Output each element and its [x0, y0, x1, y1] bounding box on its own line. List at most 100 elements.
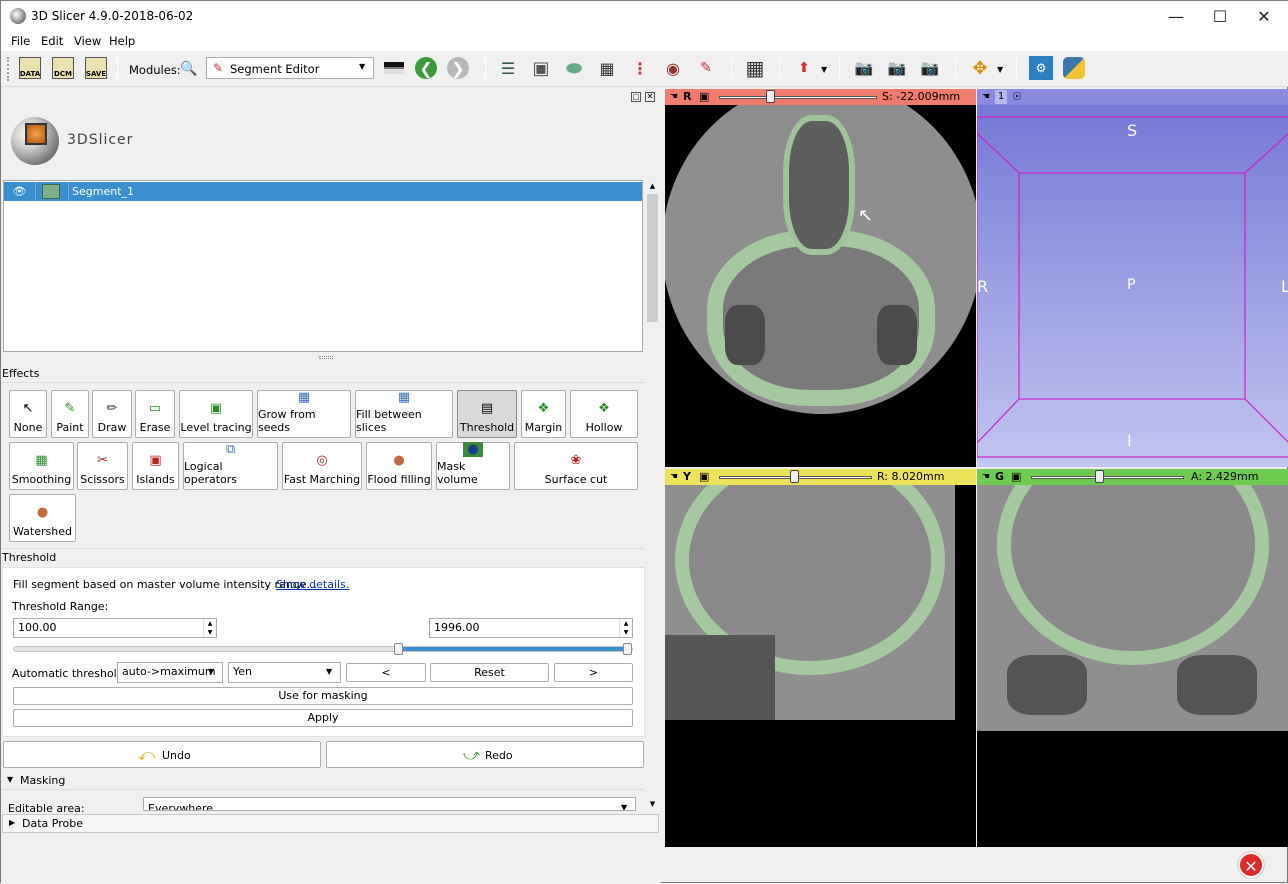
range-min-handle[interactable]	[394, 643, 403, 655]
module-selector[interactable]: ✎ Segment Editor ▼	[206, 57, 374, 79]
editable-area-select[interactable]: Everywhere ▼	[143, 797, 636, 811]
menu-view[interactable]: View	[74, 34, 101, 48]
undo-button[interactable]: ⤺ Undo	[3, 741, 321, 768]
threshold-min-input[interactable]: 100.00 ▲ ▼	[13, 618, 217, 638]
crosshair-button[interactable]: ✥	[967, 55, 993, 81]
threshold-range-slider[interactable]	[13, 643, 633, 655]
effect-smoothing-button[interactable]: ▦ Smoothing	[9, 442, 74, 490]
threed-view[interactable]: S I R L P	[977, 105, 1288, 467]
segment-name[interactable]: Segment_1	[72, 185, 134, 198]
link-icon[interactable]: ▣	[1011, 469, 1021, 485]
effect-grow-from-seeds-button[interactable]: ▦ Grow from seeds	[257, 390, 351, 438]
auto-threshold-method-select[interactable]: Yen ▼	[228, 662, 341, 683]
yellow-slice-view[interactable]	[665, 485, 976, 847]
window-level-button[interactable]	[381, 55, 407, 81]
load-data-button[interactable]: DATA	[17, 55, 43, 81]
maximize-button[interactable]: ☐	[1197, 1, 1243, 31]
close-button[interactable]: ✕	[1241, 1, 1287, 31]
menu-edit[interactable]: Edit	[41, 34, 63, 48]
effect-surface-cut-button[interactable]: ❀ Surface cut	[514, 442, 638, 490]
masking-title[interactable]: Masking	[20, 774, 65, 787]
effect-label: Draw	[97, 421, 127, 434]
table-row[interactable]: 👁 Segment_1	[4, 182, 642, 201]
effect-fill-between-slices-button[interactable]: ▦ Fill between slices	[355, 390, 453, 438]
effect-paint-button[interactable]: ✎ Paint	[51, 390, 89, 438]
scene-view-button[interactable]: 📷	[884, 55, 910, 81]
dicom-button[interactable]: DCM	[50, 55, 76, 81]
search-icon[interactable]: 🔍	[180, 61, 197, 77]
threshold-max-input[interactable]: 1996.00 ▲ ▼	[429, 618, 633, 638]
show-details-link[interactable]: Show details.	[276, 578, 349, 591]
segment-color-swatch[interactable]	[42, 184, 60, 199]
error-log-icon[interactable]: ✕	[1238, 852, 1264, 878]
python-console-button[interactable]	[1061, 55, 1087, 81]
data-module-button[interactable]: ☰	[495, 55, 521, 81]
effect-margin-button[interactable]: ❖ Margin	[521, 390, 566, 438]
pin-icon[interactable]: ☚	[670, 89, 678, 105]
pin-icon[interactable]: ☚	[670, 469, 678, 485]
layout-button[interactable]: ▦	[742, 55, 768, 81]
spin-arrows-icon[interactable]: ▲ ▼	[203, 619, 216, 637]
threshold-next-button[interactable]: >	[554, 663, 633, 682]
scene-restore-button[interactable]: 📷	[917, 55, 943, 81]
panel-scrollbar[interactable]: ▲ ▼	[646, 180, 659, 810]
panel-close-icon[interactable]: ✕	[645, 92, 655, 102]
visibility-eye-icon[interactable]: 👁	[4, 182, 36, 201]
redo-button[interactable]: ⤻ Redo	[326, 741, 644, 768]
effect-hollow-button[interactable]: ❖ Hollow	[570, 390, 638, 438]
threshold-prev-button[interactable]: <	[346, 663, 426, 682]
auto-threshold-mode-select[interactable]: auto->maximum ▼	[117, 662, 223, 683]
effect-logical-operators-button[interactable]: ⧉ Logical operators	[183, 442, 278, 490]
red-slice-slider[interactable]	[719, 96, 877, 99]
link-icon[interactable]: ▣	[699, 469, 709, 485]
yellow-slider-handle[interactable]	[790, 470, 799, 483]
volumes-button[interactable]: ▣	[528, 55, 554, 81]
green-slider-handle[interactable]	[1095, 470, 1104, 483]
effect-draw-button[interactable]: ✏ Draw	[92, 390, 132, 438]
crosshair-chevron-icon[interactable]: ▼	[997, 65, 1003, 74]
data-probe-header[interactable]: ▶ Data Probe	[2, 814, 659, 833]
menu-help[interactable]: Help	[109, 34, 135, 48]
threshold-reset-button[interactable]: Reset	[430, 663, 549, 682]
effect-threshold-button[interactable]: ▤ Threshold	[457, 390, 517, 438]
green-slice-view[interactable]	[977, 485, 1288, 847]
effect-none-button[interactable]: ↖ None	[9, 390, 47, 438]
masking-expand-icon[interactable]: ▼	[7, 775, 13, 784]
pin-icon[interactable]: ☚	[982, 89, 990, 105]
menu-file[interactable]: File	[11, 34, 30, 48]
effect-level-tracing-button[interactable]: ▣ Level tracing	[179, 390, 253, 438]
extensions-button[interactable]: ⚙	[1028, 55, 1054, 81]
green-slice-slider[interactable]	[1031, 476, 1184, 479]
redo-label: Redo	[485, 749, 513, 762]
link-icon[interactable]: ▣	[699, 89, 709, 105]
range-max-handle[interactable]	[623, 643, 632, 655]
back-button[interactable]: ❮	[413, 55, 439, 81]
mouse-mode-chevron-icon[interactable]: ▼	[821, 65, 827, 74]
effect-fast-marching-button[interactable]: ◎ Fast Marching	[282, 442, 362, 490]
transforms-button[interactable]: ▦	[594, 55, 620, 81]
undock-icon[interactable]: □	[631, 92, 641, 102]
mouse-mode-button[interactable]: ⬆	[791, 55, 817, 81]
segment-editor-button[interactable]: ✎	[693, 55, 719, 81]
apply-button[interactable]: Apply	[13, 709, 633, 727]
spin-arrows-icon[interactable]: ▲ ▼	[619, 619, 632, 637]
effect-scissors-button[interactable]: ✂ Scissors	[77, 442, 128, 490]
effect-watershed-button[interactable]: ● Watershed	[9, 494, 76, 542]
red-slider-handle[interactable]	[766, 90, 775, 103]
models-button[interactable]: ⬬	[561, 55, 587, 81]
center-view-icon[interactable]: ☉	[1012, 89, 1022, 105]
forward-button[interactable]: ❯	[445, 55, 471, 81]
effect-islands-button[interactable]: ▣ Islands	[132, 442, 179, 490]
save-button[interactable]: SAVE	[83, 55, 109, 81]
effect-erase-button[interactable]: ▭ Erase	[135, 390, 175, 438]
red-slice-view[interactable]: ↖	[665, 105, 976, 467]
effect-flood-filling-button[interactable]: ● Flood filling	[366, 442, 432, 490]
pin-icon[interactable]: ☚	[982, 469, 990, 485]
effect-mask-volume-button[interactable]: ● Mask volume	[436, 442, 510, 490]
use-for-masking-button[interactable]: Use for masking	[13, 687, 633, 705]
markups-button[interactable]: ⋮	[627, 55, 653, 81]
segmentations-button[interactable]: ◉	[660, 55, 686, 81]
screenshot-button[interactable]: 📷	[851, 55, 877, 81]
splitter-handle[interactable]	[319, 356, 333, 359]
minimize-button[interactable]: —	[1153, 1, 1199, 31]
